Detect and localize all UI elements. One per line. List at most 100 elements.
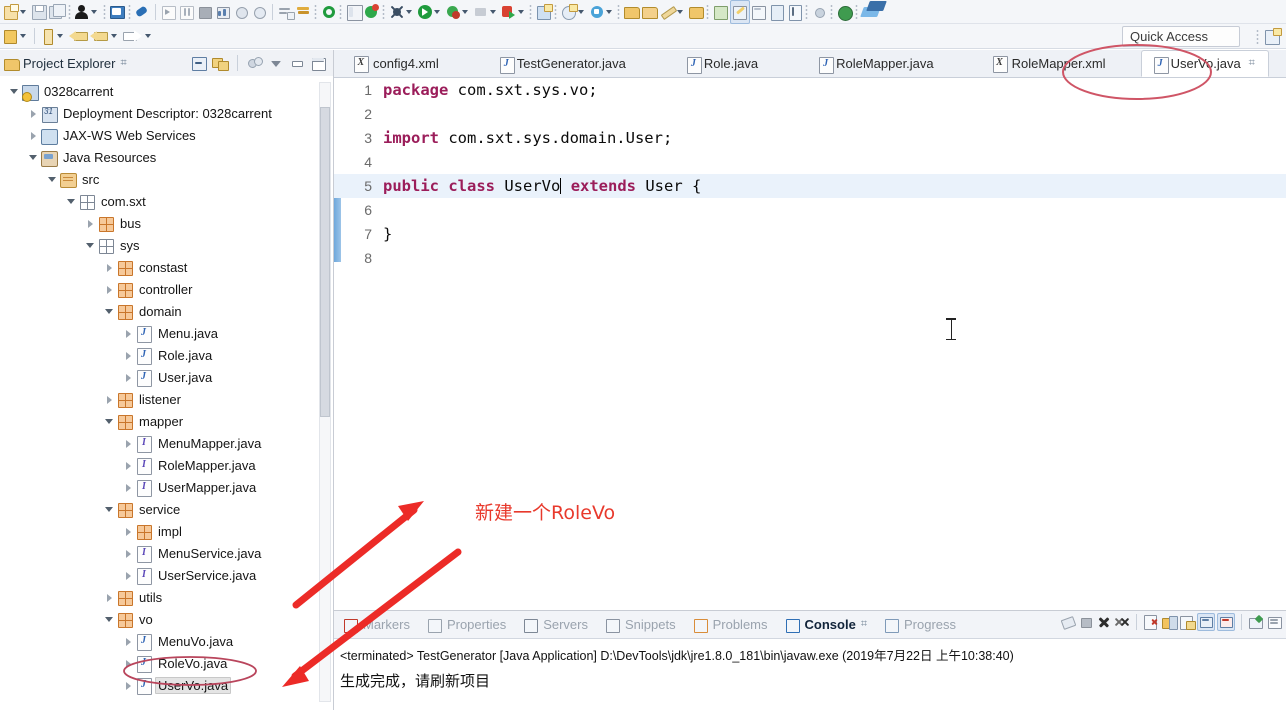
document-button[interactable] — [768, 1, 786, 23]
tree-expand-arrow-open-icon[interactable] — [103, 613, 116, 626]
tree-item-uservo-java[interactable]: UserVo.java — [0, 674, 333, 696]
link-with-editor-icon[interactable] — [212, 55, 229, 71]
new-connection-button[interactable] — [659, 1, 687, 23]
toolbar-drag-handle[interactable] — [855, 4, 858, 19]
editor-tab-testgenerator-java[interactable]: TestGenerator.java — [488, 50, 639, 77]
scroll-lock-icon[interactable] — [1161, 614, 1178, 630]
tree-item-bus[interactable]: bus — [0, 212, 333, 234]
console-tab-servers[interactable]: Servers — [522, 617, 588, 633]
tree-item-user-java[interactable]: User.java — [0, 366, 333, 388]
browser-button[interactable] — [811, 1, 836, 23]
search-button[interactable] — [277, 1, 295, 23]
toolbar-drag-handle[interactable] — [805, 4, 808, 19]
next-button[interactable] — [121, 25, 155, 47]
tree-item-utils[interactable]: utils — [0, 586, 333, 608]
tree-expand-arrow-open-icon[interactable] — [8, 85, 21, 98]
relaunch-icon[interactable] — [1060, 614, 1077, 630]
tree-expand-arrow-open-icon[interactable] — [65, 195, 78, 208]
tree-item-usermapper-java[interactable]: UserMapper.java — [0, 476, 333, 498]
tree-expand-arrow-closed-icon[interactable] — [122, 525, 135, 538]
database-button[interactable] — [687, 1, 712, 23]
chevron-down-icon[interactable] — [111, 34, 117, 38]
tree-expand-arrow-closed-icon[interactable] — [103, 283, 116, 296]
tree-item-menu-java[interactable]: Menu.java — [0, 322, 333, 344]
new-class-button[interactable] — [535, 1, 560, 23]
chevron-down-icon[interactable] — [518, 9, 524, 14]
editor-tab-uservo-java[interactable]: UserVo.java ⌗ — [1140, 50, 1269, 77]
paragraph-button[interactable] — [786, 1, 811, 23]
open-task-button[interactable] — [345, 1, 363, 23]
toolbar-drag-handle[interactable] — [830, 4, 833, 19]
maven-button[interactable] — [712, 1, 730, 23]
link-button[interactable] — [133, 1, 151, 23]
chevron-down-icon[interactable] — [406, 9, 412, 14]
tree-item-mapper[interactable]: mapper — [0, 410, 333, 432]
tree-expand-arrow-closed-icon[interactable] — [103, 591, 116, 604]
tree-expand-arrow-open-icon[interactable] — [103, 503, 116, 516]
run-ant-button[interactable] — [250, 1, 268, 23]
chevron-down-icon[interactable] — [434, 9, 440, 14]
open-perspective-icon[interactable] — [1264, 27, 1282, 46]
view-filter-icon[interactable] — [247, 55, 263, 71]
toolbar-drag-handle[interactable] — [314, 4, 317, 19]
console-tab-markers[interactable]: Markers — [342, 617, 410, 633]
tree-item-0328carrent[interactable]: 0328carrent — [0, 80, 333, 102]
tree-expand-arrow-closed-icon[interactable] — [122, 547, 135, 560]
tree-expand-arrow-closed-icon[interactable] — [122, 679, 135, 692]
chevron-down-icon[interactable] — [677, 9, 683, 14]
terminate-icon[interactable] — [1078, 614, 1094, 630]
user-account-button[interactable] — [73, 1, 101, 23]
new-java-project-button[interactable] — [388, 1, 416, 23]
code-lines[interactable]: 1 package com.sxt.sys.vo; 2 3 import com.sxt… — [334, 78, 1286, 270]
remove-all-launches-icon[interactable] — [1114, 614, 1130, 630]
project-tree[interactable]: 0328carrent Deployment Descriptor: 0328ca… — [0, 76, 333, 710]
project-tree-scrollbar-thumb[interactable] — [320, 107, 330, 417]
editor-tab-close-icon[interactable]: ⌗ — [1249, 57, 1255, 70]
toolbar-drag-handle[interactable] — [68, 4, 71, 19]
tree-expand-arrow-closed-icon[interactable] — [103, 261, 116, 274]
editor-tab-config4-xml[interactable]: config4.xml — [344, 50, 452, 77]
code-line[interactable]: 1 package com.sxt.sys.vo; — [334, 78, 1286, 102]
new-package-button[interactable] — [560, 1, 588, 23]
save-all-button[interactable] — [48, 1, 66, 23]
tree-item-service[interactable]: service — [0, 498, 333, 520]
project-tree-scrollbar[interactable] — [319, 82, 331, 702]
tree-expand-arrow-closed-icon[interactable] — [122, 459, 135, 472]
refresh-button[interactable] — [320, 1, 345, 23]
code-line[interactable]: 3 import com.sxt.sys.domain.User; — [334, 126, 1286, 150]
perspective-drag-handle[interactable] — [1256, 29, 1259, 44]
chevron-down-icon[interactable] — [20, 9, 26, 14]
open-resource-button[interactable] — [623, 1, 641, 23]
tree-expand-arrow-closed-icon[interactable] — [122, 481, 135, 494]
tree-item-rolevo-java[interactable]: RoleVo.java — [0, 652, 333, 674]
tree-item-sys[interactable]: sys — [0, 234, 333, 256]
tree-item-src[interactable]: src — [0, 168, 333, 190]
run-last-button[interactable] — [160, 1, 178, 23]
tree-item-rolemapper-java[interactable]: RoleMapper.java — [0, 454, 333, 476]
chevron-down-icon[interactable] — [462, 9, 468, 14]
tree-item-menuvo-java[interactable]: MenuVo.java — [0, 630, 333, 652]
toolbar-drag-handle[interactable] — [382, 4, 385, 19]
tree-expand-arrow-closed-icon[interactable] — [122, 657, 135, 670]
console-tab-close-icon[interactable]: ⌗ — [861, 618, 867, 631]
tree-expand-arrow-closed-icon[interactable] — [27, 129, 40, 142]
tree-expand-arrow-open-icon[interactable] — [46, 173, 59, 186]
tree-expand-arrow-closed-icon[interactable] — [27, 107, 40, 120]
editor-tab-rolemapper-xml[interactable]: RoleMapper.xml — [983, 50, 1119, 77]
back-button[interactable] — [67, 25, 89, 47]
tree-item-com-sxt[interactable]: com.sxt — [0, 190, 333, 212]
edit-mode-button[interactable] — [730, 0, 750, 24]
code-line[interactable]: 6 — [334, 198, 1286, 222]
debug-step-button[interactable] — [178, 1, 196, 23]
chevron-down-icon[interactable] — [20, 34, 26, 38]
toolbar-drag-handle[interactable] — [617, 4, 620, 19]
tree-expand-arrow-closed-icon[interactable] — [84, 217, 97, 230]
tree-item-impl[interactable]: impl — [0, 520, 333, 542]
remove-launch-icon[interactable] — [1096, 614, 1112, 630]
toolbar-drag-handle[interactable] — [554, 4, 557, 19]
toolbar-drag-handle[interactable] — [529, 4, 532, 19]
minimize-icon[interactable] — [289, 55, 305, 71]
chevron-down-icon[interactable] — [578, 9, 584, 14]
new-annotation-button[interactable] — [39, 25, 67, 47]
console-output[interactable]: <terminated> TestGenerator [Java Applica… — [334, 639, 1286, 710]
